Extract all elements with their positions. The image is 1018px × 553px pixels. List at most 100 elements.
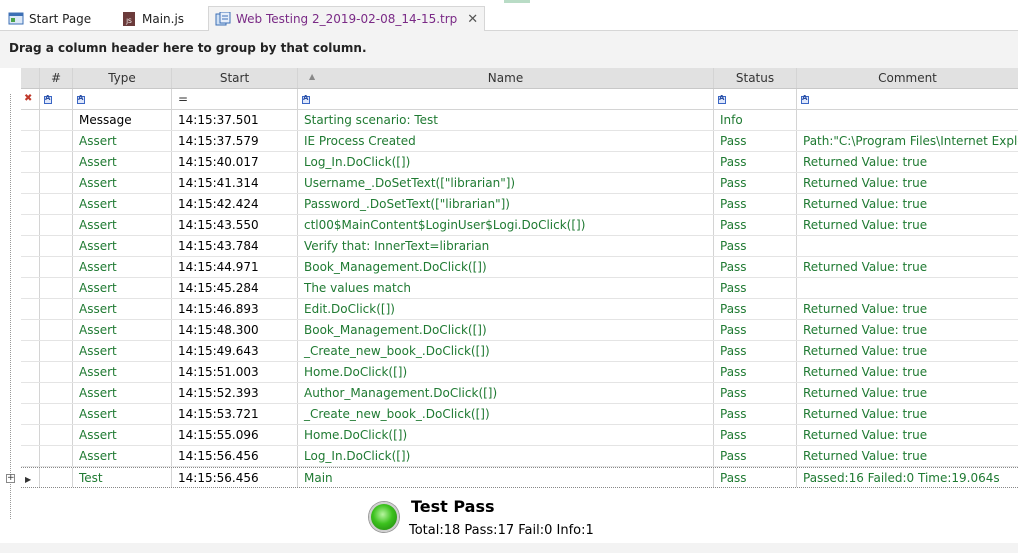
row-indicator-cell xyxy=(21,404,40,424)
summary-title: Test Pass xyxy=(411,497,495,516)
table-row[interactable]: Assert 14:15:40.017 Log_In.DoClick([]) Pass… xyxy=(21,152,1018,173)
number-cell xyxy=(40,110,73,130)
filter-cell-type[interactable] xyxy=(73,89,172,109)
name-cell: _Create_new_book_.DoClick([]) xyxy=(298,404,714,424)
table-row[interactable]: Assert 14:15:46.893 Edit.DoClick([]) Pass Re… xyxy=(21,299,1018,320)
text-filter-icon xyxy=(302,94,310,104)
start-cell: 14:15:40.017 xyxy=(172,152,298,172)
start-cell: 14:15:52.393 xyxy=(172,383,298,403)
table-row[interactable]: Assert 14:15:42.424 Password_.DoSetText(["… xyxy=(21,194,1018,215)
status-cell: Pass xyxy=(714,215,797,235)
column-header-indicator[interactable] xyxy=(21,68,40,88)
row-indicator-cell xyxy=(21,383,40,403)
row-indicator-cell xyxy=(21,215,40,235)
status-cell: Pass xyxy=(714,362,797,382)
row-indicator-cell xyxy=(21,173,40,193)
name-cell: Username_.DoSetText(["librarian"]) xyxy=(298,173,714,193)
table-row[interactable]: Assert 14:15:48.300 Book_Management.DoClic… xyxy=(21,320,1018,341)
row-indicator-cell: ▶ xyxy=(21,468,40,487)
start-cell: 14:15:41.314 xyxy=(172,173,298,193)
expand-icon[interactable]: + xyxy=(6,474,15,483)
row-indicator-cell xyxy=(21,131,40,151)
table-row[interactable]: Assert 14:15:43.550 ctl00$MainContent$Logi… xyxy=(21,215,1018,236)
table-row[interactable]: Assert 14:15:53.721 _Create_new_book_.DoCl… xyxy=(21,404,1018,425)
tab-start-page[interactable]: Start Page xyxy=(2,6,97,31)
name-cell: Password_.DoSetText(["librarian"]) xyxy=(298,194,714,214)
table-row[interactable]: Assert 14:15:43.784 Verify that: InnerText… xyxy=(21,236,1018,257)
table-row[interactable]: Message 14:15:37.501 Starting scenario: Te… xyxy=(21,110,1018,131)
comment-cell: Returned Value: true xyxy=(803,197,928,211)
start-cell: 14:15:37.501 xyxy=(172,110,298,130)
comment-cell: Returned Value: true xyxy=(803,344,928,358)
column-header-type[interactable]: Type xyxy=(73,68,172,88)
number-cell xyxy=(40,194,73,214)
status-cell: Pass xyxy=(714,173,797,193)
filter-cell-name[interactable] xyxy=(298,89,714,109)
report-file-icon xyxy=(215,11,231,26)
table-row[interactable]: Assert 14:15:49.643 _Create_new_book_.DoCl… xyxy=(21,341,1018,362)
number-cell xyxy=(40,278,73,298)
column-header-comment[interactable]: Comment xyxy=(797,68,1018,88)
table-row[interactable]: Assert 14:15:45.284 The values match Pass xyxy=(21,278,1018,299)
status-cell: Pass xyxy=(714,299,797,319)
type-cell: Assert xyxy=(73,362,172,382)
tab-web-testing-report[interactable]: Web Testing 2_2019-02-08_14-15.trp ✕ xyxy=(208,6,486,32)
type-cell: Assert xyxy=(73,278,172,298)
table-row[interactable]: ▶ Test 14:15:56.456 Main Pass Passed:16 Faile… xyxy=(21,467,1018,488)
start-cell: 14:15:56.456 xyxy=(172,446,298,466)
start-cell: 14:15:55.096 xyxy=(172,425,298,445)
comment-cell: Returned Value: true xyxy=(803,365,928,379)
row-indicator-cell xyxy=(21,194,40,214)
column-header-number[interactable]: # xyxy=(40,68,73,88)
name-cell: Home.DoClick([]) xyxy=(298,425,714,445)
comment-cell: Returned Value: true xyxy=(803,407,928,421)
name-cell: _Create_new_book_.DoClick([]) xyxy=(298,341,714,361)
comment-cell: Returned Value: true xyxy=(803,260,928,274)
start-cell: 14:15:37.579 xyxy=(172,131,298,151)
column-header-start[interactable]: Start xyxy=(172,68,298,88)
table-row[interactable]: Assert 14:15:51.003 Home.DoClick([]) Pass Re… xyxy=(21,362,1018,383)
status-cell: Pass xyxy=(714,257,797,277)
type-cell: Assert xyxy=(73,194,172,214)
number-cell xyxy=(40,320,73,340)
pin-icon[interactable]: ✖ xyxy=(24,93,32,104)
start-cell: 14:15:44.971 xyxy=(172,257,298,277)
table-row[interactable]: Assert 14:15:44.971 Book_Management.DoClic… xyxy=(21,257,1018,278)
status-cell: Pass xyxy=(714,446,797,466)
column-header-status[interactable]: Status xyxy=(714,68,797,88)
tab-label: Web Testing 2_2019-02-08_14-15.trp xyxy=(236,12,458,26)
start-cell: 14:15:51.003 xyxy=(172,362,298,382)
type-cell: Assert xyxy=(73,404,172,424)
type-cell: Assert xyxy=(73,257,172,277)
table-row[interactable]: Assert 14:15:56.456 Log_In.DoClick([]) Pass… xyxy=(21,446,1018,467)
number-cell xyxy=(40,446,73,466)
tab-label: Start Page xyxy=(29,11,92,26)
tab-main-js[interactable]: JS Main.js xyxy=(115,6,190,31)
table-row[interactable]: Assert 14:15:52.393 Author_Management.DoCl… xyxy=(21,383,1018,404)
text-filter-icon xyxy=(77,94,85,104)
filter-cell-comment[interactable] xyxy=(797,89,1018,109)
text-filter-icon xyxy=(801,94,809,104)
filter-cell-status[interactable] xyxy=(714,89,797,109)
type-cell: Assert xyxy=(73,236,172,256)
type-cell: Message xyxy=(73,110,172,130)
start-cell: 14:15:42.424 xyxy=(172,194,298,214)
table-row[interactable]: Assert 14:15:41.314 Username_.DoSetText(["… xyxy=(21,173,1018,194)
status-strip xyxy=(0,543,1018,553)
tab-label: Main.js xyxy=(142,11,185,26)
tree-connector-line xyxy=(10,94,11,519)
comment-cell: Returned Value: true xyxy=(803,386,928,400)
name-cell: ctl00$MainContent$LoginUser$Logi.DoClick… xyxy=(298,215,714,235)
filter-cell-start[interactable]: = xyxy=(172,89,298,109)
number-cell xyxy=(40,257,73,277)
summary-stats: Total:18 Pass:17 Fail:0 Info:1 xyxy=(409,523,594,538)
group-by-panel[interactable]: Drag a column header here to group by th… xyxy=(0,31,1018,68)
filter-cell-number[interactable] xyxy=(40,89,73,109)
table-row[interactable]: Assert 14:15:37.579 IE Process Created Pass… xyxy=(21,131,1018,152)
column-header-name[interactable]: Name xyxy=(298,68,714,88)
name-cell: Log_In.DoClick([]) xyxy=(298,446,714,466)
close-icon[interactable]: ✕ xyxy=(467,12,478,27)
table-row[interactable]: Assert 14:15:55.096 Home.DoClick([]) Pass Re… xyxy=(21,425,1018,446)
test-summary: Test Pass Total:18 Pass:17 Fail:0 Info:1 xyxy=(21,490,1018,543)
status-cell: Pass xyxy=(714,131,797,151)
